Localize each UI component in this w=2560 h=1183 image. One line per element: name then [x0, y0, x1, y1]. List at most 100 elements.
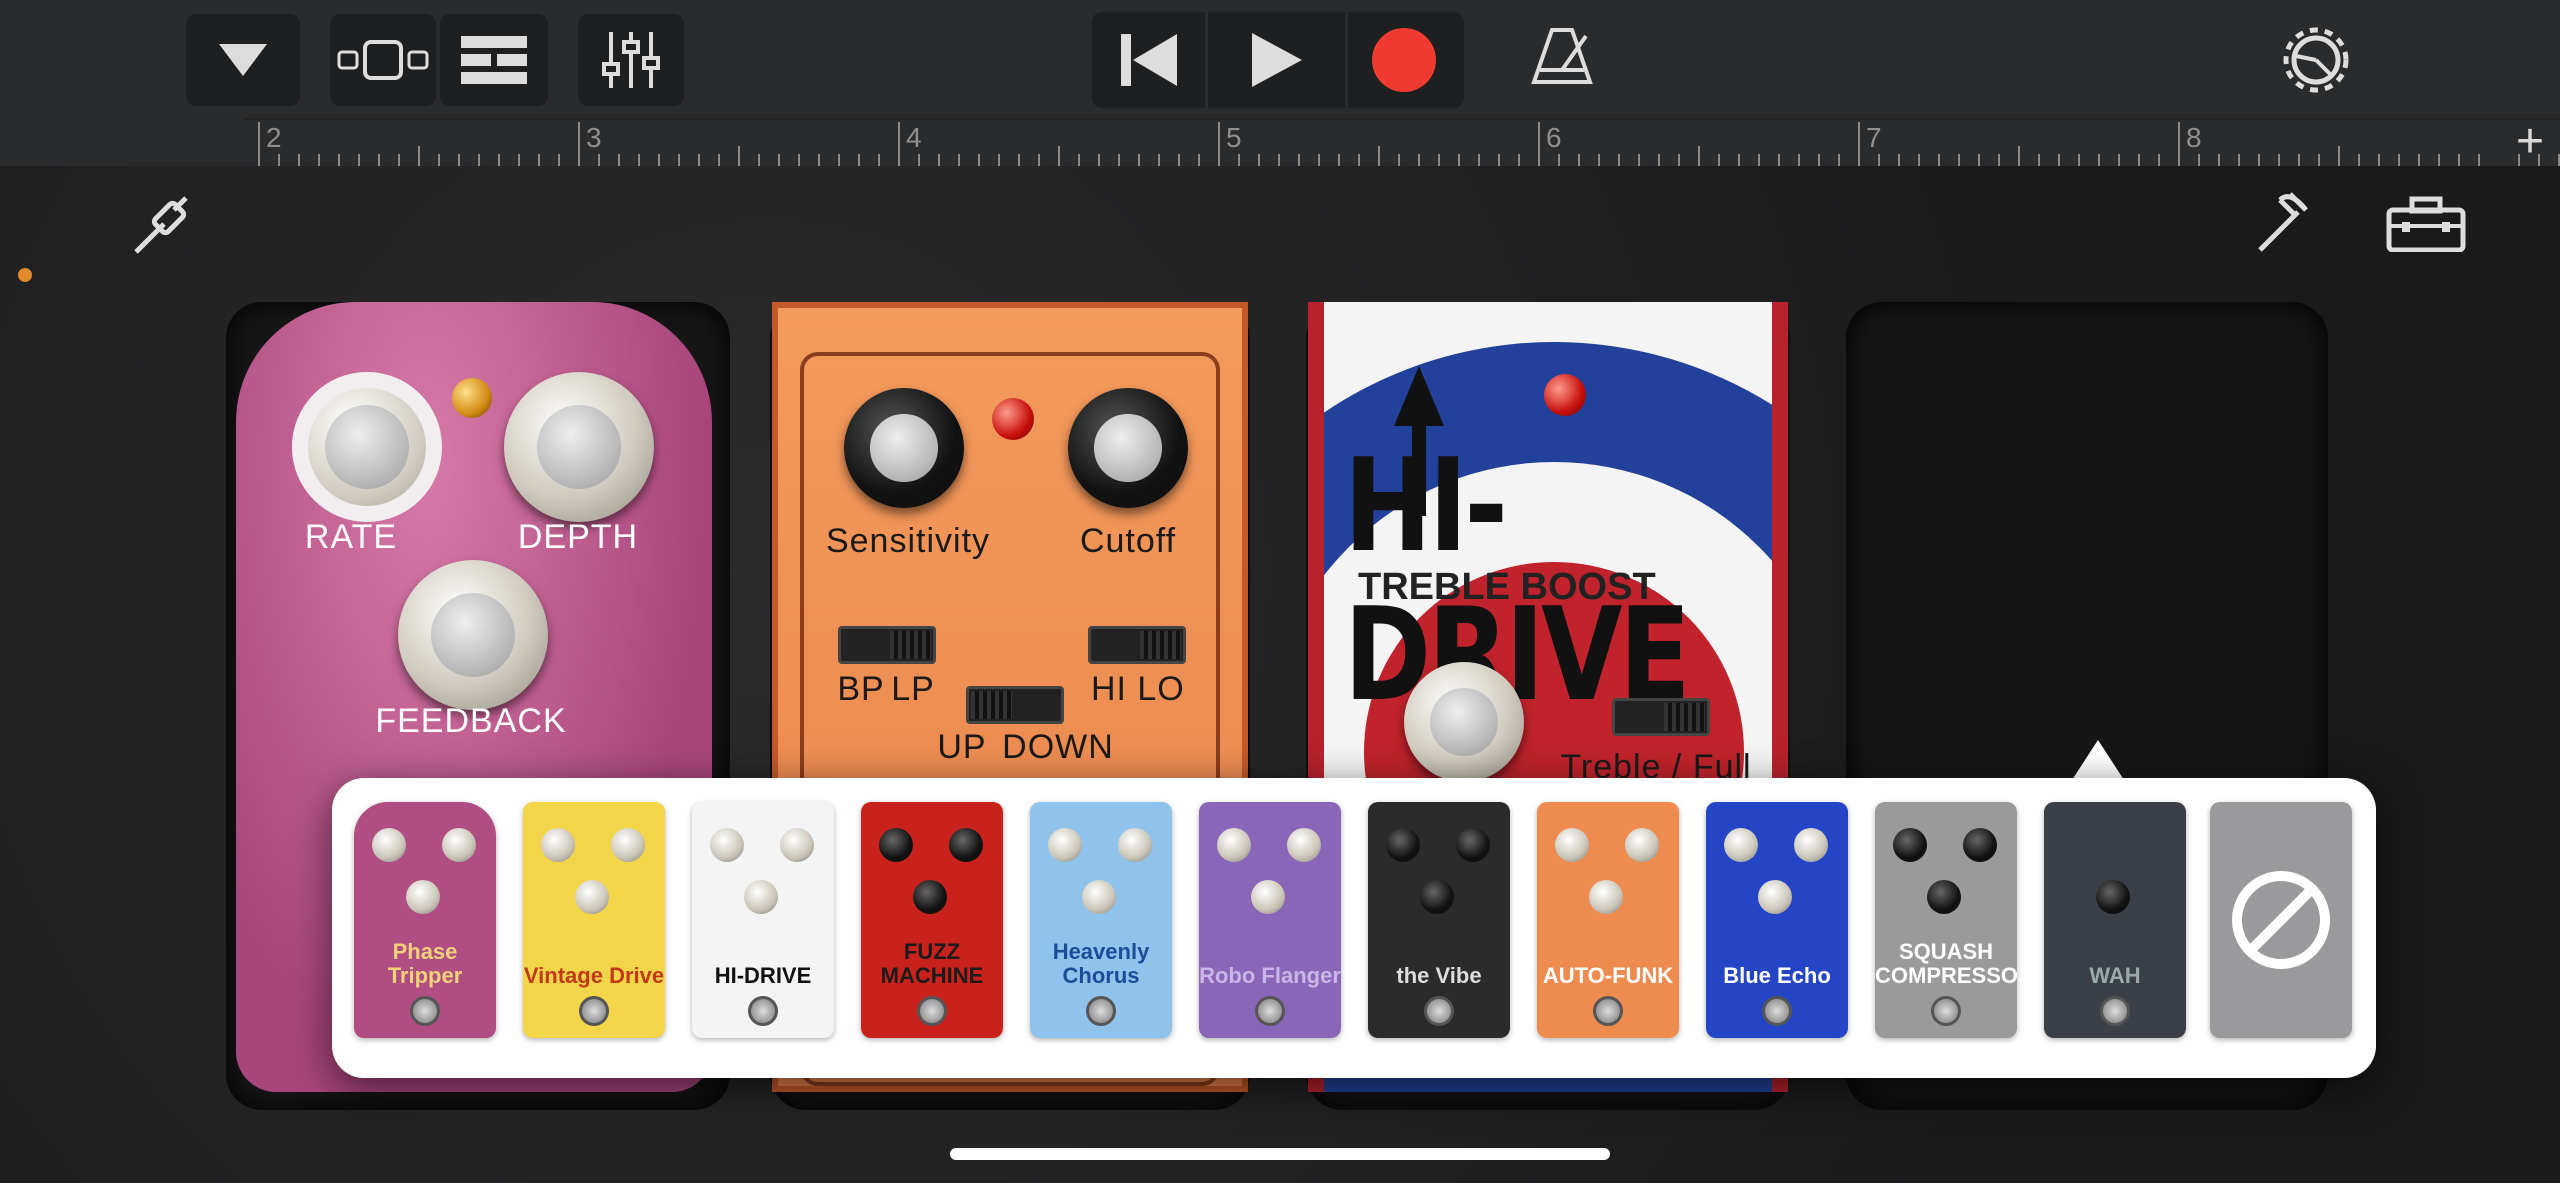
pedal-option-name: the Vibe [1396, 963, 1482, 988]
play-icon [1251, 33, 1302, 87]
ruler-minor-tick [778, 154, 780, 166]
pedal-option[interactable]: the Vibe [1368, 802, 1510, 1038]
ruler-minor-tick [1098, 154, 1100, 166]
pedal-option[interactable]: AUTO-FUNK [1537, 802, 1679, 1038]
cutoff-knob[interactable] [1068, 388, 1188, 508]
ruler-major-tick [1858, 122, 1860, 166]
ruler-spacer [0, 118, 244, 166]
ruler-minor-tick [1918, 154, 1920, 166]
hi-drive-subtitle: TREBLE BOOST [1358, 566, 1656, 608]
ruler-minor-tick [1458, 154, 1460, 166]
cutoff-label: Cutoff [1079, 522, 1177, 560]
pedal-option[interactable]: WAH [2044, 802, 2186, 1038]
footswitch [1424, 996, 1454, 1026]
ruler-minor-tick [338, 154, 340, 166]
bp-label: BP [837, 670, 885, 708]
toolbox-icon [2386, 196, 2466, 253]
ruler-minor-tick [1778, 154, 1780, 166]
play-button[interactable] [1208, 12, 1348, 108]
ruler-minor-tick [2298, 154, 2300, 166]
ruler-minor-tick [998, 154, 1000, 166]
timeline-ruler[interactable]: 2 3 4 5 6 7 8 [244, 118, 2560, 166]
settings-button[interactable] [2282, 26, 2350, 99]
ruler-minor-tick [1278, 154, 1280, 166]
ruler-minor-tick [2278, 154, 2280, 166]
lo-label: LO [1137, 670, 1185, 708]
ruler-minor-tick [2098, 154, 2100, 166]
rate-label: RATE [304, 518, 398, 556]
settings-gear-icon [2283, 27, 2349, 93]
pedal-option-name: HI-DRIVE [714, 963, 812, 988]
tuner-button[interactable] [2250, 190, 2316, 261]
ruler-minor-tick [2138, 154, 2140, 166]
ruler-minor-tick [1438, 154, 1440, 166]
ruler-minor-tick [1598, 154, 1600, 166]
hi-drive-led [1544, 374, 1586, 416]
pedal-option[interactable]: Blue Echo [1706, 802, 1848, 1038]
mixer-button[interactable] [578, 14, 684, 106]
thumb-knob [1048, 828, 1082, 862]
ruler-minor-tick [1558, 154, 1560, 166]
ruler-minor-tick [1978, 154, 1980, 166]
rate-knob[interactable] [292, 372, 442, 522]
pedal-option-name: FUZZ MACHINE [880, 939, 984, 988]
thumb-knob [2096, 880, 2130, 914]
up-down-switch[interactable] [966, 686, 1064, 724]
ruler-minor-tick [478, 154, 480, 166]
no-pedal-option[interactable] [2210, 802, 2352, 1038]
hi-drive-level-knob[interactable] [1404, 662, 1524, 782]
depth-knob[interactable] [504, 372, 654, 522]
dropdown-button[interactable] [186, 14, 300, 106]
thumb-knob [913, 880, 947, 914]
mixer-icon [602, 32, 660, 88]
pedal-option[interactable]: Phase Tripper [354, 802, 496, 1038]
pedal-option[interactable]: HI-DRIVE [692, 802, 834, 1038]
pedal-option-name: Phase Tripper [387, 939, 463, 988]
hi-lo-switch[interactable] [1088, 626, 1186, 664]
thumb-knob [949, 828, 983, 862]
thumb-knob [879, 828, 913, 862]
pedal-option-name: Blue Echo [1723, 963, 1831, 988]
home-indicator[interactable] [950, 1148, 1610, 1160]
pedal-option-name: Heavenly Chorus [1052, 939, 1150, 988]
pedal-option[interactable]: Vintage Drive [523, 802, 665, 1038]
tracks-view-button[interactable] [440, 14, 548, 106]
sensitivity-knob[interactable] [844, 388, 964, 508]
ruler-minor-tick [1998, 154, 2000, 166]
record-button[interactable] [1348, 12, 1460, 108]
treble-full-switch[interactable] [1612, 698, 1710, 736]
ruler-minor-tick [2198, 154, 2200, 166]
footswitch [748, 996, 778, 1026]
pedal-browser-button[interactable] [2386, 196, 2466, 257]
pedal-option[interactable]: Robo Flanger [1199, 802, 1341, 1038]
ruler-minor-tick [2398, 154, 2400, 166]
ruler-minor-tick [2338, 146, 2340, 166]
pedal-option[interactable]: Heavenly Chorus [1030, 802, 1172, 1038]
metronome-icon [1531, 28, 1593, 84]
ruler-minor-tick [1638, 154, 1640, 166]
ruler-marker: 4 [906, 122, 922, 153]
feedback-knob[interactable] [398, 560, 548, 710]
ruler-minor-tick [1418, 154, 1420, 166]
ruler-minor-tick [2318, 154, 2320, 166]
add-section-button[interactable]: + [2516, 118, 2544, 166]
ruler-minor-tick [1678, 154, 1680, 166]
ruler-minor-tick [758, 154, 760, 166]
metronome-button[interactable] [1530, 26, 1594, 91]
pedal-option[interactable]: FUZZ MACHINE [861, 802, 1003, 1038]
rewind-icon [1120, 34, 1177, 86]
ruler-minor-tick [1798, 154, 1800, 166]
transport-controls [1092, 12, 1464, 108]
thumb-knob [1589, 880, 1623, 914]
ruler-marker: 6 [1546, 122, 1562, 153]
rewind-button[interactable] [1092, 12, 1208, 108]
ruler-minor-tick [1318, 154, 1320, 166]
ruler-minor-tick [678, 154, 680, 166]
bp-lp-switch[interactable] [838, 626, 936, 664]
pedal-option[interactable]: SQUASH COMPRESSOR [1875, 802, 2017, 1038]
thumb-knob [1118, 828, 1152, 862]
browser-view-button[interactable] [330, 14, 436, 106]
input-settings-button[interactable] [124, 190, 194, 265]
ruler-minor-tick [2438, 154, 2440, 166]
ruler-marker: 5 [1226, 122, 1242, 153]
